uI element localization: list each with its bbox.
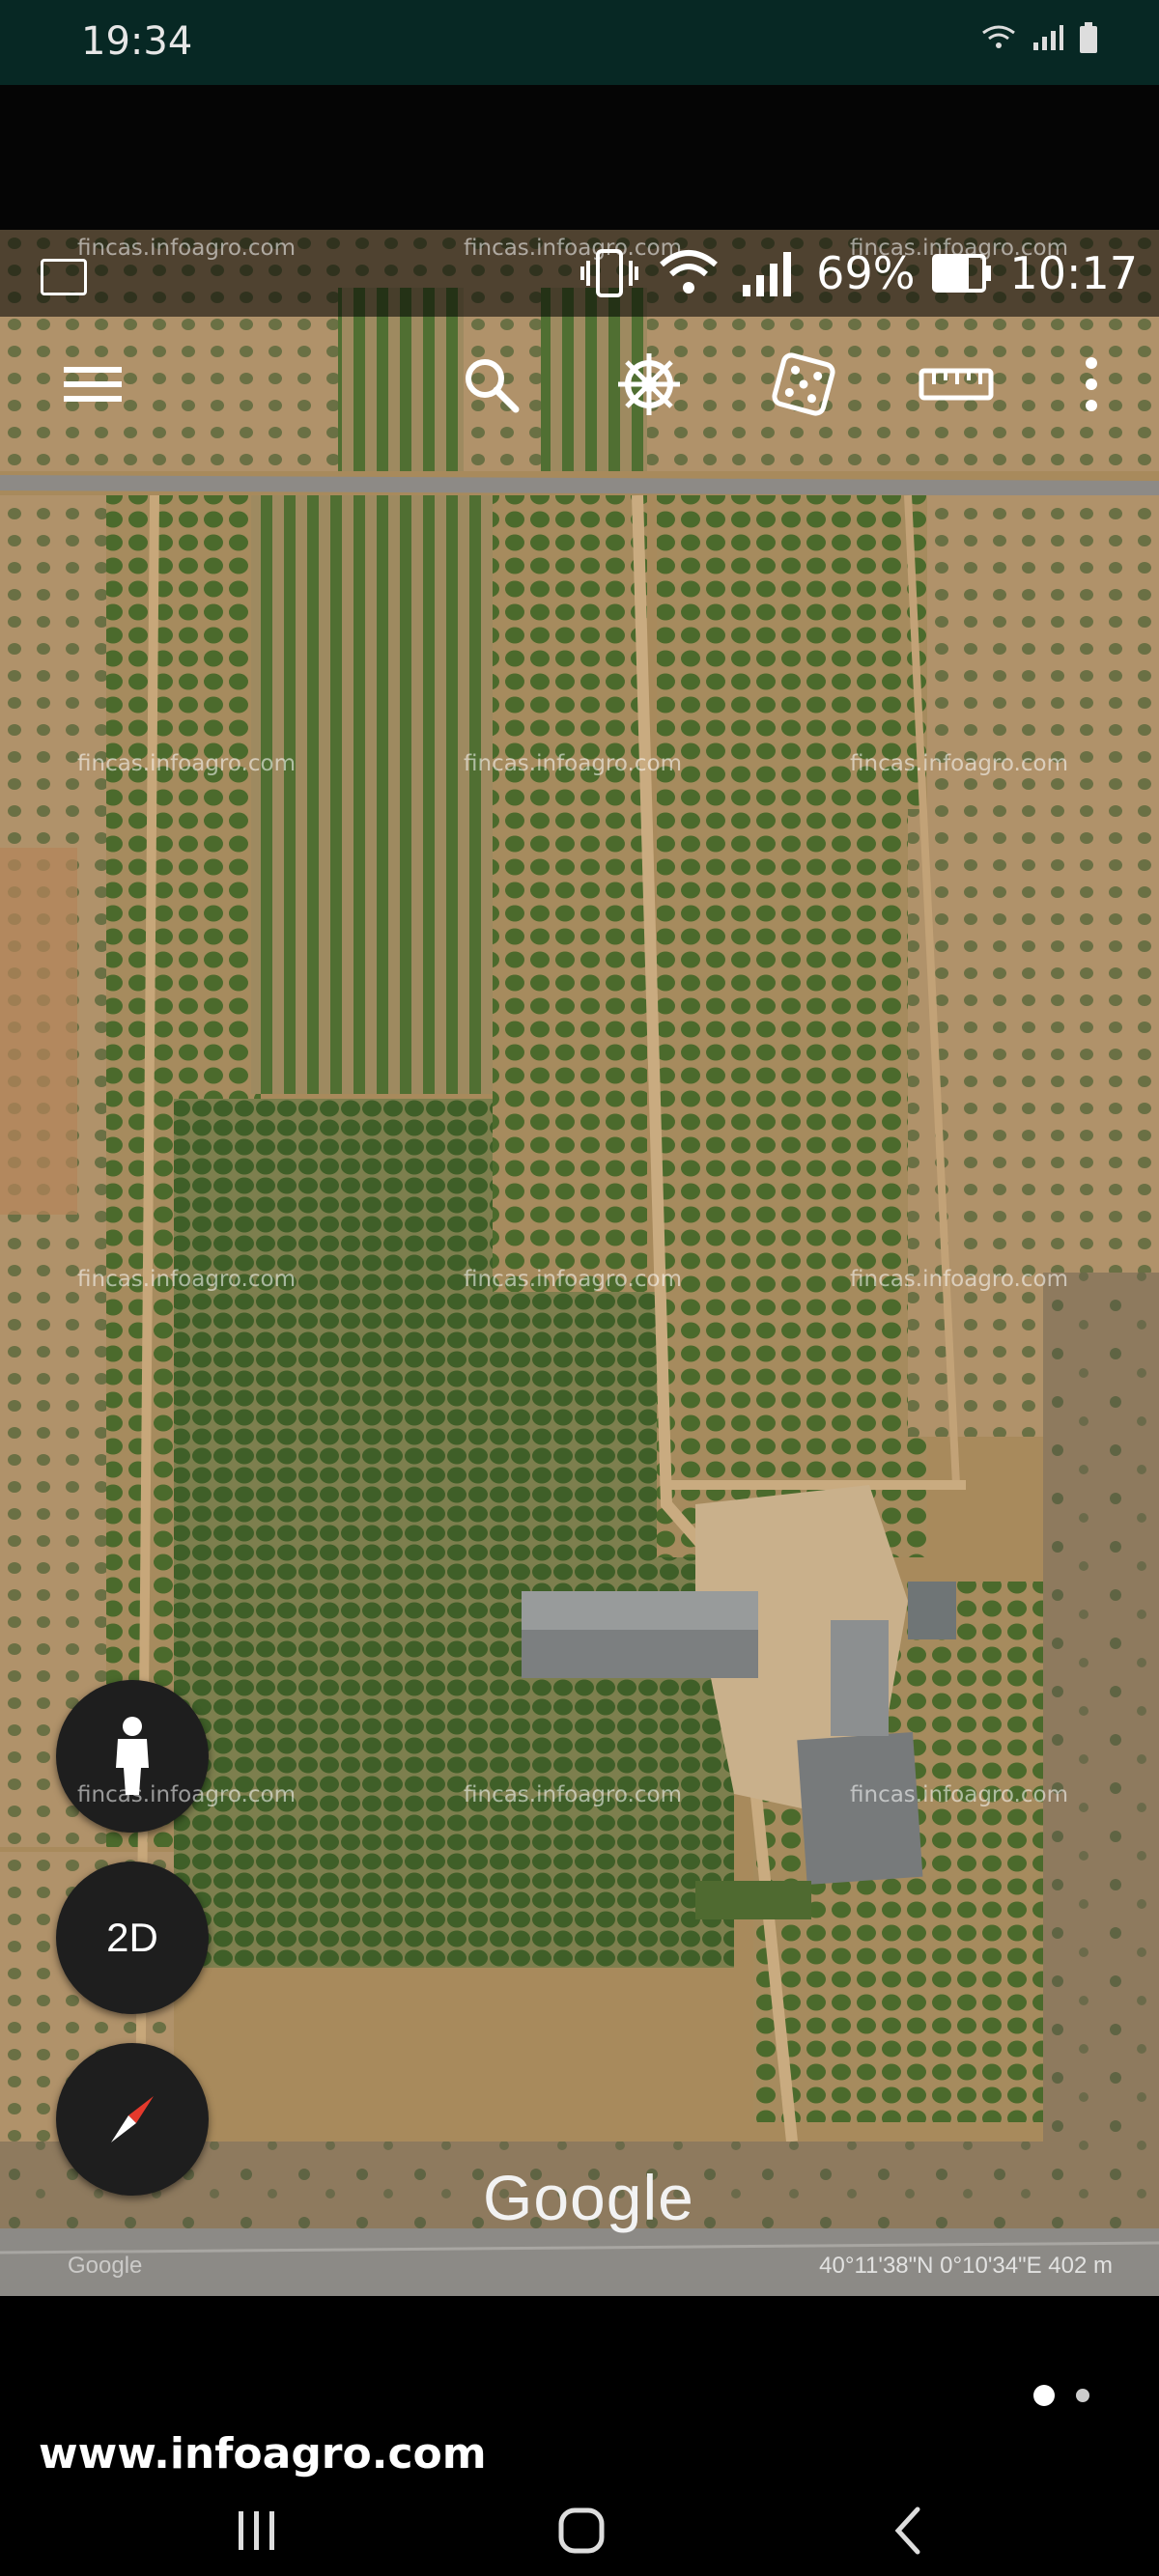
- 2d-toggle-button[interactable]: 2D: [56, 1862, 209, 2014]
- back-button[interactable]: [869, 2494, 947, 2566]
- gallery-icon: [41, 259, 87, 295]
- street-view-button[interactable]: [56, 1680, 209, 1833]
- dice-icon: [772, 352, 835, 416]
- compass-button[interactable]: [56, 2043, 209, 2196]
- watermark: fincas.infoagro.com: [850, 236, 1068, 261]
- menu-button[interactable]: [54, 346, 131, 423]
- menu-icon: [64, 367, 122, 402]
- ruler-icon: [919, 368, 994, 401]
- google-earth-screenshot: 69% 10:17 2D Google Google 40°11'38"N 0°…: [0, 230, 1159, 2296]
- watermark: fincas.infoagro.com: [850, 1267, 1068, 1292]
- recents-icon: [239, 2510, 274, 2550]
- battery-icon: [1080, 22, 1097, 53]
- page-indicator: [1033, 2385, 1089, 2406]
- signal-icon: [1033, 25, 1063, 50]
- watermark: fincas.infoagro.com: [77, 751, 296, 776]
- signal-icon: [743, 252, 792, 296]
- feeling-lucky-button[interactable]: [765, 346, 842, 423]
- more-options-button[interactable]: [1053, 346, 1130, 423]
- measure-button[interactable]: [918, 346, 995, 423]
- watermark: fincas.infoagro.com: [850, 751, 1068, 776]
- outer-status-bar: 19:34: [0, 0, 1159, 85]
- back-icon: [894, 2506, 920, 2554]
- watermark: fincas.infoagro.com: [77, 1782, 296, 1807]
- search-button[interactable]: [452, 346, 529, 423]
- earth-toolbar: [0, 317, 1159, 462]
- watermark: fincas.infoagro.com: [77, 236, 296, 261]
- outer-status-time: 19:34: [81, 19, 193, 64]
- voyager-wheel-icon: [618, 353, 680, 415]
- watermark: fincas.infoagro.com: [464, 1267, 682, 1292]
- recents-button[interactable]: [218, 2494, 296, 2566]
- search-icon: [466, 359, 520, 413]
- site-watermark: www.infoagro.com: [39, 2429, 487, 2478]
- top-black-band: [0, 85, 1159, 230]
- watermark: fincas.infoagro.com: [464, 751, 682, 776]
- google-logo: Google: [483, 2162, 694, 2233]
- watermark: fincas.infoagro.com: [77, 1267, 296, 1292]
- home-button[interactable]: [543, 2494, 620, 2566]
- page-dot[interactable]: [1076, 2389, 1089, 2402]
- wifi-icon: [982, 25, 1015, 48]
- more-vert-icon: [1086, 357, 1097, 411]
- voyager-button[interactable]: [610, 346, 688, 423]
- compass-icon: [111, 2096, 154, 2142]
- home-icon: [558, 2507, 605, 2553]
- watermark: fincas.infoagro.com: [464, 1782, 682, 1807]
- coordinates-readout: 40°11'38"N 0°10'34"E 402 m: [819, 2253, 1113, 2279]
- bottom-area: www.infoagro.com: [0, 2296, 1159, 2576]
- outer-status-icons: [979, 21, 1099, 54]
- watermark: fincas.infoagro.com: [464, 236, 682, 261]
- watermark: fincas.infoagro.com: [850, 1782, 1068, 1807]
- page-dot-active[interactable]: [1033, 2385, 1055, 2406]
- android-nav-bar: [0, 2484, 1159, 2576]
- imagery-attribution: Google: [68, 2253, 143, 2279]
